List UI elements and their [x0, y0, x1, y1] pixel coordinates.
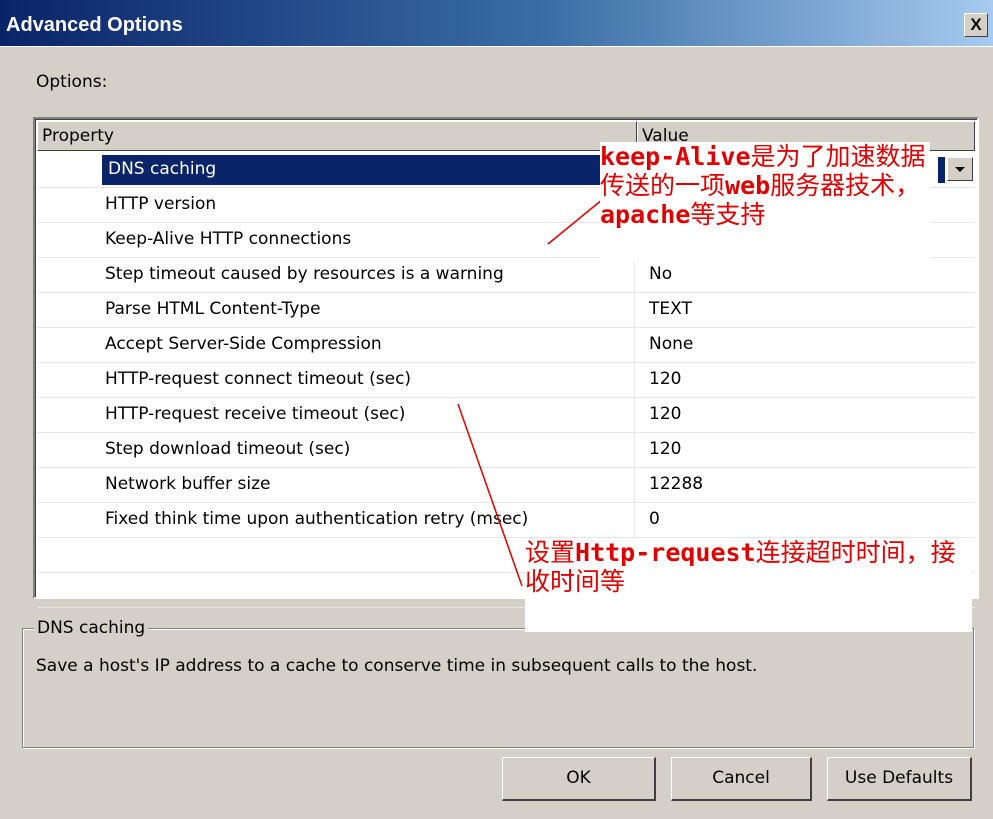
annotation-timeout: 设置Http-request连接超时时间，接收时间等: [525, 538, 972, 632]
annotation-text: Http-request: [575, 538, 756, 567]
annotation-text: 服务器技术，: [770, 171, 921, 200]
annotation-text: 等支持: [690, 200, 766, 229]
annotation-lines: [457, 189, 615, 587]
annotation-line-timeout: [457, 403, 523, 587]
annotation-text: web: [725, 171, 771, 200]
annotation-keepalive: keep-Alive是为了加速数据传送的一项web服务器技术，apache等支持: [600, 142, 930, 262]
annotation-text: apache: [600, 200, 691, 229]
annotation-text: 设置: [525, 538, 576, 567]
annotation-text: keep-Alive: [600, 142, 751, 171]
